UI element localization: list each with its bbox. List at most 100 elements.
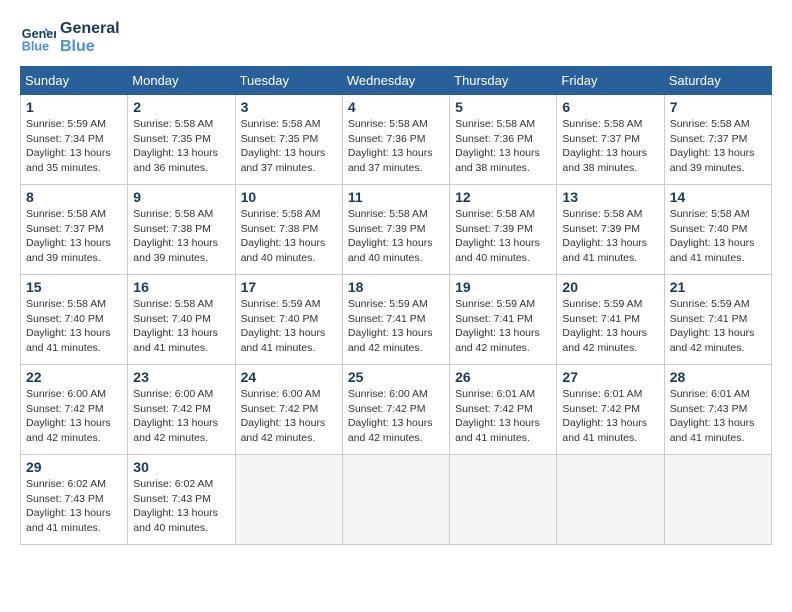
header-thursday: Thursday	[450, 67, 557, 95]
day-number: 27	[562, 369, 658, 385]
week-row-5: 29 Sunrise: 6:02 AMSunset: 7:43 PMDaylig…	[21, 455, 772, 545]
calendar-cell: 20 Sunrise: 5:59 AMSunset: 7:41 PMDaylig…	[557, 275, 664, 365]
week-row-1: 1 Sunrise: 5:59 AMSunset: 7:34 PMDayligh…	[21, 95, 772, 185]
logo-icon: General Blue	[20, 20, 56, 56]
weekday-header-row: SundayMondayTuesdayWednesdayThursdayFrid…	[21, 67, 772, 95]
day-info: Sunrise: 5:58 AMSunset: 7:40 PMDaylight:…	[133, 298, 218, 354]
calendar-cell: 29 Sunrise: 6:02 AMSunset: 7:43 PMDaylig…	[21, 455, 128, 545]
calendar-cell: 28 Sunrise: 6:01 AMSunset: 7:43 PMDaylig…	[664, 365, 771, 455]
calendar-cell: 30 Sunrise: 6:02 AMSunset: 7:43 PMDaylig…	[128, 455, 235, 545]
header-friday: Friday	[557, 67, 664, 95]
logo-line2: Blue	[60, 38, 120, 56]
day-number: 26	[455, 369, 551, 385]
day-number: 9	[133, 189, 229, 205]
day-info: Sunrise: 5:58 AMSunset: 7:39 PMDaylight:…	[348, 208, 433, 264]
day-info: Sunrise: 6:00 AMSunset: 7:42 PMDaylight:…	[133, 388, 218, 444]
calendar-cell	[450, 455, 557, 545]
calendar-cell: 11 Sunrise: 5:58 AMSunset: 7:39 PMDaylig…	[342, 185, 449, 275]
day-number: 2	[133, 99, 229, 115]
day-number: 5	[455, 99, 551, 115]
day-number: 15	[26, 279, 122, 295]
day-number: 8	[26, 189, 122, 205]
header-wednesday: Wednesday	[342, 67, 449, 95]
calendar-cell: 15 Sunrise: 5:58 AMSunset: 7:40 PMDaylig…	[21, 275, 128, 365]
day-info: Sunrise: 5:58 AMSunset: 7:35 PMDaylight:…	[133, 118, 218, 174]
calendar-cell: 16 Sunrise: 5:58 AMSunset: 7:40 PMDaylig…	[128, 275, 235, 365]
calendar-cell: 1 Sunrise: 5:59 AMSunset: 7:34 PMDayligh…	[21, 95, 128, 185]
day-number: 13	[562, 189, 658, 205]
logo: General Blue General Blue	[20, 20, 120, 56]
calendar-cell: 3 Sunrise: 5:58 AMSunset: 7:35 PMDayligh…	[235, 95, 342, 185]
calendar-cell: 5 Sunrise: 5:58 AMSunset: 7:36 PMDayligh…	[450, 95, 557, 185]
day-info: Sunrise: 5:59 AMSunset: 7:41 PMDaylight:…	[670, 298, 755, 354]
day-number: 22	[26, 369, 122, 385]
calendar-cell: 12 Sunrise: 5:58 AMSunset: 7:39 PMDaylig…	[450, 185, 557, 275]
calendar-cell: 17 Sunrise: 5:59 AMSunset: 7:40 PMDaylig…	[235, 275, 342, 365]
calendar-cell	[235, 455, 342, 545]
day-number: 6	[562, 99, 658, 115]
day-info: Sunrise: 6:02 AMSunset: 7:43 PMDaylight:…	[26, 478, 111, 534]
calendar-cell: 18 Sunrise: 5:59 AMSunset: 7:41 PMDaylig…	[342, 275, 449, 365]
calendar-cell	[342, 455, 449, 545]
calendar-cell: 25 Sunrise: 6:00 AMSunset: 7:42 PMDaylig…	[342, 365, 449, 455]
day-info: Sunrise: 5:58 AMSunset: 7:39 PMDaylight:…	[562, 208, 647, 264]
day-info: Sunrise: 6:01 AMSunset: 7:42 PMDaylight:…	[455, 388, 540, 444]
day-info: Sunrise: 6:02 AMSunset: 7:43 PMDaylight:…	[133, 478, 218, 534]
day-number: 18	[348, 279, 444, 295]
day-info: Sunrise: 6:00 AMSunset: 7:42 PMDaylight:…	[26, 388, 111, 444]
day-number: 23	[133, 369, 229, 385]
calendar-cell	[664, 455, 771, 545]
week-row-2: 8 Sunrise: 5:58 AMSunset: 7:37 PMDayligh…	[21, 185, 772, 275]
header: General Blue General Blue	[20, 20, 772, 56]
day-number: 19	[455, 279, 551, 295]
logo-line1: General	[60, 20, 120, 38]
calendar-cell: 21 Sunrise: 5:59 AMSunset: 7:41 PMDaylig…	[664, 275, 771, 365]
svg-text:Blue: Blue	[22, 40, 49, 54]
day-info: Sunrise: 5:58 AMSunset: 7:36 PMDaylight:…	[348, 118, 433, 174]
day-number: 28	[670, 369, 766, 385]
calendar-cell: 14 Sunrise: 5:58 AMSunset: 7:40 PMDaylig…	[664, 185, 771, 275]
calendar-cell: 24 Sunrise: 6:00 AMSunset: 7:42 PMDaylig…	[235, 365, 342, 455]
day-number: 29	[26, 459, 122, 475]
day-info: Sunrise: 5:58 AMSunset: 7:37 PMDaylight:…	[670, 118, 755, 174]
day-number: 25	[348, 369, 444, 385]
day-number: 1	[26, 99, 122, 115]
day-number: 11	[348, 189, 444, 205]
day-info: Sunrise: 5:59 AMSunset: 7:34 PMDaylight:…	[26, 118, 111, 174]
day-number: 17	[241, 279, 337, 295]
calendar-cell: 10 Sunrise: 5:58 AMSunset: 7:38 PMDaylig…	[235, 185, 342, 275]
day-number: 4	[348, 99, 444, 115]
calendar-cell: 26 Sunrise: 6:01 AMSunset: 7:42 PMDaylig…	[450, 365, 557, 455]
calendar-cell: 7 Sunrise: 5:58 AMSunset: 7:37 PMDayligh…	[664, 95, 771, 185]
day-info: Sunrise: 5:58 AMSunset: 7:36 PMDaylight:…	[455, 118, 540, 174]
day-number: 24	[241, 369, 337, 385]
day-info: Sunrise: 5:58 AMSunset: 7:39 PMDaylight:…	[455, 208, 540, 264]
header-saturday: Saturday	[664, 67, 771, 95]
day-number: 30	[133, 459, 229, 475]
day-info: Sunrise: 6:01 AMSunset: 7:42 PMDaylight:…	[562, 388, 647, 444]
day-info: Sunrise: 5:59 AMSunset: 7:40 PMDaylight:…	[241, 298, 326, 354]
day-info: Sunrise: 5:58 AMSunset: 7:37 PMDaylight:…	[562, 118, 647, 174]
header-sunday: Sunday	[21, 67, 128, 95]
day-info: Sunrise: 5:58 AMSunset: 7:38 PMDaylight:…	[241, 208, 326, 264]
day-number: 20	[562, 279, 658, 295]
day-number: 14	[670, 189, 766, 205]
day-info: Sunrise: 5:58 AMSunset: 7:37 PMDaylight:…	[26, 208, 111, 264]
calendar-cell: 8 Sunrise: 5:58 AMSunset: 7:37 PMDayligh…	[21, 185, 128, 275]
day-info: Sunrise: 6:00 AMSunset: 7:42 PMDaylight:…	[241, 388, 326, 444]
calendar-cell	[557, 455, 664, 545]
calendar-cell: 4 Sunrise: 5:58 AMSunset: 7:36 PMDayligh…	[342, 95, 449, 185]
calendar-cell: 19 Sunrise: 5:59 AMSunset: 7:41 PMDaylig…	[450, 275, 557, 365]
calendar-cell: 2 Sunrise: 5:58 AMSunset: 7:35 PMDayligh…	[128, 95, 235, 185]
day-info: Sunrise: 6:00 AMSunset: 7:42 PMDaylight:…	[348, 388, 433, 444]
day-info: Sunrise: 6:01 AMSunset: 7:43 PMDaylight:…	[670, 388, 755, 444]
day-info: Sunrise: 5:58 AMSunset: 7:35 PMDaylight:…	[241, 118, 326, 174]
calendar-cell: 6 Sunrise: 5:58 AMSunset: 7:37 PMDayligh…	[557, 95, 664, 185]
calendar: SundayMondayTuesdayWednesdayThursdayFrid…	[20, 66, 772, 545]
day-number: 12	[455, 189, 551, 205]
day-info: Sunrise: 5:58 AMSunset: 7:40 PMDaylight:…	[26, 298, 111, 354]
calendar-cell: 22 Sunrise: 6:00 AMSunset: 7:42 PMDaylig…	[21, 365, 128, 455]
calendar-cell: 13 Sunrise: 5:58 AMSunset: 7:39 PMDaylig…	[557, 185, 664, 275]
day-number: 10	[241, 189, 337, 205]
calendar-cell: 9 Sunrise: 5:58 AMSunset: 7:38 PMDayligh…	[128, 185, 235, 275]
